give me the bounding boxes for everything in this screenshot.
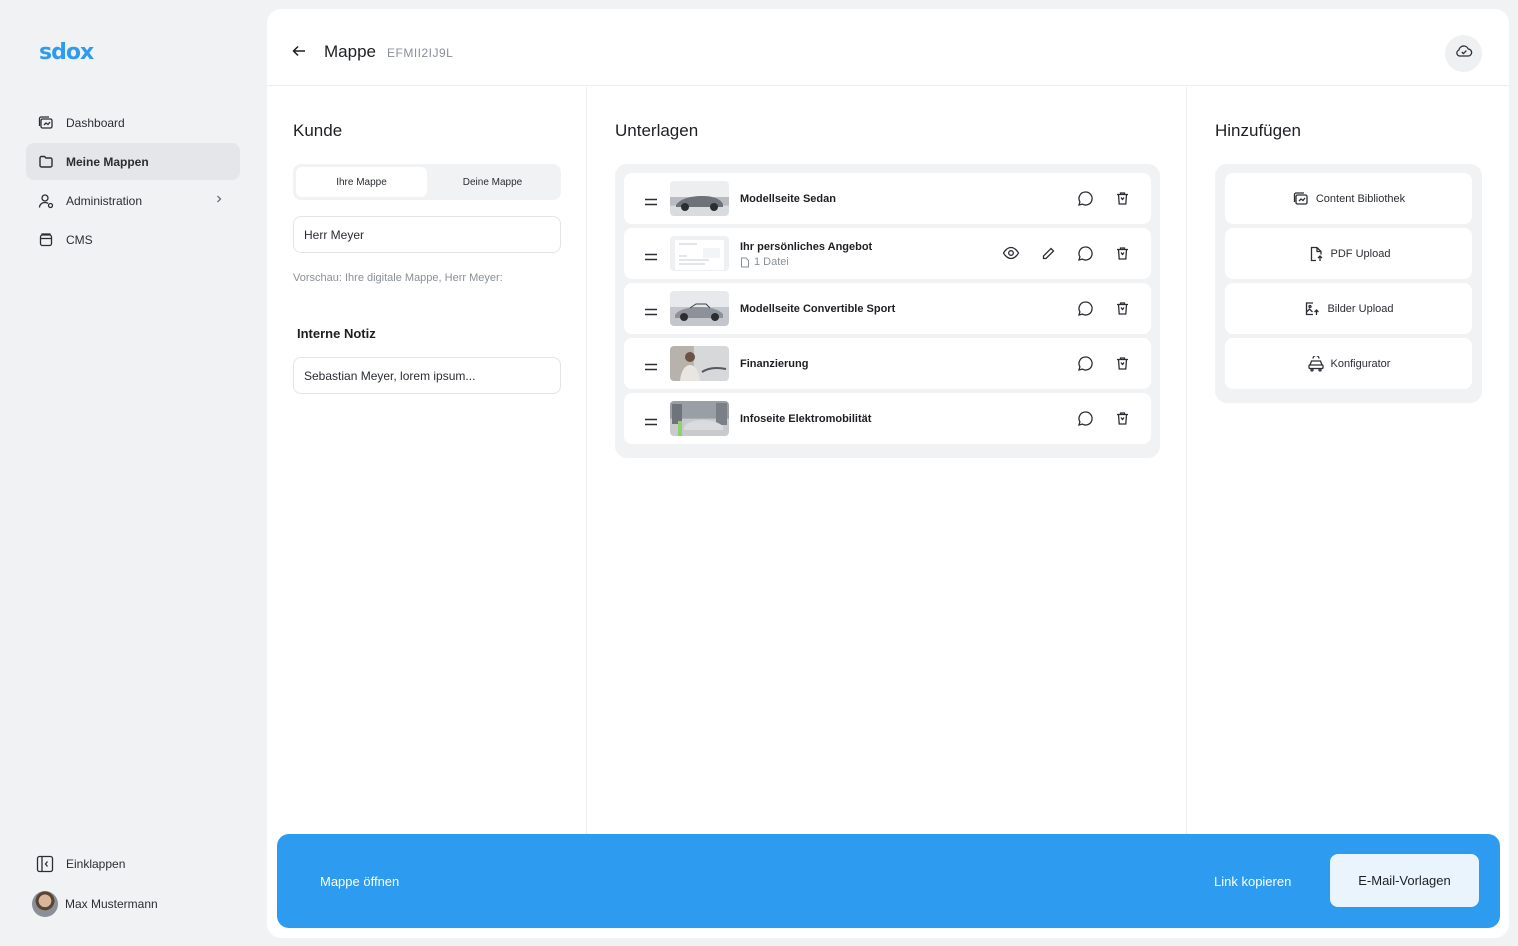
document-thumbnail [670, 401, 729, 436]
user-name: Max Mustermann [65, 897, 158, 911]
cloud-check-icon [1455, 42, 1473, 65]
add-option-label: Bilder Upload [1327, 302, 1394, 315]
copy-link-button[interactable]: Link kopieren [1214, 874, 1291, 889]
main-panel: Mappe EFMII2IJ9L Kunde Ihre Mappe Deine … [267, 9, 1509, 938]
document-thumbnail [670, 236, 729, 271]
sidebar: sdox Dashboard Meine Mappen Administrati… [0, 0, 266, 946]
kunde-column: Kunde Ihre Mappe Deine Mappe Herr Meyer … [267, 87, 587, 837]
page-header: Mappe EFMII2IJ9L [267, 9, 1509, 86]
document-name: Infoseite Elektromobilität [740, 413, 872, 425]
file-icon [740, 257, 750, 268]
unterlagen-title: Unterlagen [615, 121, 699, 140]
sidebar-item-cms[interactable]: CMS [26, 221, 240, 258]
car-configurator-icon [1307, 355, 1325, 373]
comment-icon[interactable] [1076, 189, 1094, 207]
collapse-sidebar-button[interactable]: Einklappen [26, 846, 240, 882]
eye-icon[interactable] [1002, 244, 1020, 262]
sidebar-footer: Einklappen Max Mustermann [26, 846, 240, 926]
sidebar-item-dashboard[interactable]: Dashboard [26, 104, 240, 141]
trash-icon[interactable] [1113, 354, 1131, 372]
comment-icon[interactable] [1076, 409, 1094, 427]
document-name: Modellseite Sedan [740, 193, 836, 205]
unterlagen-column: Unterlagen Modellseite Sedan Ihr persönl… [588, 87, 1187, 837]
hinzufuegen-column: Hinzufügen Content Bibliothek PDF Upload… [1188, 87, 1509, 837]
trash-icon[interactable] [1113, 299, 1131, 317]
drag-handle-icon[interactable] [644, 414, 658, 432]
collapse-label: Einklappen [66, 857, 126, 871]
sidebar-item-label: Meine Mappen [66, 154, 149, 169]
preview-text: Vorschau: Ihre digitale Mappe, Herr Meye… [293, 272, 503, 284]
open-folder-button[interactable]: Mappe öffnen [320, 874, 399, 889]
list-item[interactable]: Ihr persönliches Angebot 1 Datei [624, 228, 1151, 279]
list-item[interactable]: Infoseite Elektromobilität [624, 393, 1151, 444]
user-profile[interactable]: Max Mustermann [26, 886, 240, 922]
customer-name-input[interactable]: Herr Meyer [293, 216, 561, 253]
image-upload-button[interactable]: Bilder Upload [1225, 283, 1472, 334]
database-icon [37, 231, 55, 249]
sidebar-item-administration[interactable]: Administration [26, 182, 240, 219]
document-list: Modellseite Sedan Ihr persönliches Angeb… [615, 164, 1160, 458]
chevron-right-icon [214, 193, 224, 207]
back-arrow-icon[interactable] [291, 43, 307, 64]
folder-id: EFMII2IJ9L [387, 46, 454, 60]
internal-note-input[interactable]: Sebastian Meyer, lorem ipsum... [293, 357, 561, 394]
user-icon [37, 192, 55, 210]
drag-handle-icon[interactable] [644, 304, 658, 322]
cloud-sync-button[interactable] [1445, 35, 1482, 72]
comment-icon[interactable] [1076, 299, 1094, 317]
configurator-button[interactable]: Konfigurator [1225, 338, 1472, 389]
trash-icon[interactable] [1113, 244, 1131, 262]
kunde-title: Kunde [293, 121, 343, 140]
content-library-button[interactable]: Content Bibliothek [1225, 173, 1472, 224]
collapse-icon [35, 854, 55, 874]
list-item[interactable]: Modellseite Sedan [624, 173, 1151, 224]
drag-handle-icon[interactable] [644, 194, 658, 212]
document-name: Ihr persönliches Angebot [740, 241, 873, 253]
avatar [32, 891, 58, 917]
document-thumbnail [670, 346, 729, 381]
add-option-label: PDF Upload [1330, 247, 1391, 260]
add-options-list: Content Bibliothek PDF Upload Bilder Upl… [1215, 164, 1482, 403]
sidebar-item-meine-mappen[interactable]: Meine Mappen [26, 143, 240, 180]
email-templates-button[interactable]: E-Mail-Vorlagen [1330, 854, 1479, 907]
toggle-deine-mappe[interactable]: Deine Mappe [427, 167, 558, 197]
document-name: Modellseite Convertible Sport [740, 303, 896, 315]
list-item[interactable]: Finanzierung [624, 338, 1151, 389]
pencil-icon[interactable] [1039, 244, 1057, 262]
file-count: 1 Datei [754, 256, 789, 268]
app-logo[interactable]: sdox [39, 40, 94, 65]
trash-icon[interactable] [1113, 409, 1131, 427]
toggle-ihre-mappe[interactable]: Ihre Mappe [296, 167, 427, 197]
comment-icon[interactable] [1076, 354, 1094, 372]
drag-handle-icon[interactable] [644, 359, 658, 377]
trash-icon[interactable] [1113, 189, 1131, 207]
sidebar-item-label: Administration [66, 193, 143, 208]
bottom-action-bar: Mappe öffnen Link kopieren E-Mail-Vorlag… [277, 834, 1500, 928]
document-thumbnail [670, 181, 729, 216]
sidebar-nav: Dashboard Meine Mappen Administration CM… [26, 104, 240, 260]
drag-handle-icon[interactable] [644, 249, 658, 267]
add-option-label: Konfigurator [1330, 357, 1391, 370]
list-item[interactable]: Modellseite Convertible Sport [624, 283, 1151, 334]
sidebar-item-label: CMS [66, 232, 93, 247]
comment-icon[interactable] [1076, 244, 1094, 262]
folder-icon [37, 153, 55, 171]
document-name: Finanzierung [740, 358, 809, 370]
add-option-label: Content Bibliothek [1315, 192, 1406, 205]
hinzufuegen-title: Hinzufügen [1215, 121, 1302, 140]
document-meta: 1 Datei [740, 256, 789, 268]
document-thumbnail [670, 291, 729, 326]
dashboard-icon [37, 114, 55, 132]
image-upload-icon [1303, 300, 1321, 318]
page-title: Mappe [324, 42, 376, 61]
note-title: Interne Notiz [297, 326, 376, 341]
mappe-toggle: Ihre Mappe Deine Mappe [293, 164, 561, 200]
sidebar-item-label: Dashboard [66, 115, 125, 130]
pdf-upload-button[interactable]: PDF Upload [1225, 228, 1472, 279]
library-icon [1292, 190, 1310, 208]
file-upload-icon [1307, 245, 1325, 263]
